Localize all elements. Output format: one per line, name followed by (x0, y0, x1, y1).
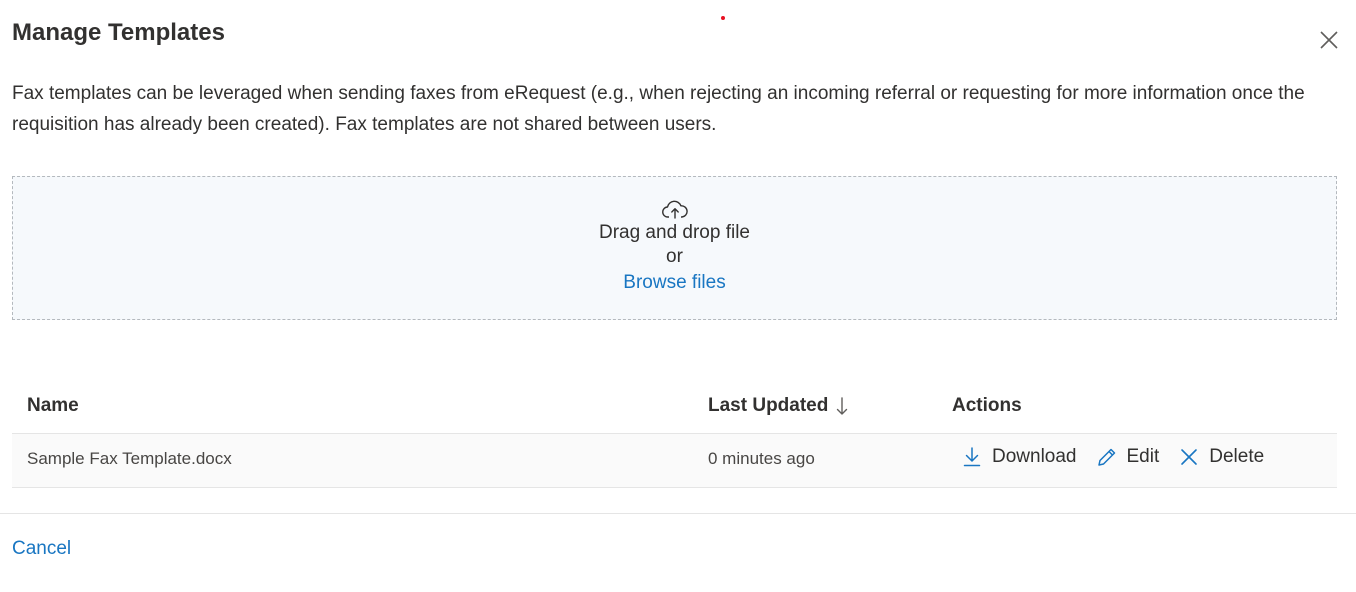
delete-button[interactable]: Delete (1179, 446, 1264, 468)
close-button[interactable] (1316, 27, 1342, 53)
last-updated-cell: 0 minutes ago (708, 449, 815, 468)
templates-table: Name Last Updated Actions Sample Fax Tem… (12, 381, 1337, 488)
delete-label: Delete (1209, 446, 1265, 467)
table-header: Name Last Updated Actions (12, 381, 1337, 434)
cancel-button[interactable]: Cancel (12, 538, 71, 560)
dropzone-drag-text: Drag and drop file (598, 222, 751, 243)
template-name-cell: Sample Fax Template.docx (27, 449, 232, 468)
column-header-last-updated-label: Last Updated (708, 395, 829, 416)
dropzone-or-text: or (666, 246, 683, 267)
close-icon (1320, 31, 1338, 49)
column-header-last-updated[interactable]: Last Updated (708, 395, 848, 417)
indicator-dot (721, 16, 725, 20)
download-label: Download (992, 446, 1077, 467)
pencil-icon (1097, 447, 1117, 467)
download-button[interactable]: Download (962, 446, 1077, 468)
edit-button[interactable]: Edit (1097, 446, 1160, 468)
column-header-actions: Actions (952, 395, 1022, 416)
row-actions: Download Edit Delete (962, 446, 1284, 468)
footer-divider (0, 513, 1356, 514)
table-row: Sample Fax Template.docx 0 minutes ago D… (12, 434, 1337, 488)
delete-x-icon (1179, 447, 1199, 467)
dialog-description: Fax templates can be leveraged when send… (12, 83, 1305, 135)
browse-files-link[interactable]: Browse files (623, 270, 725, 296)
dialog-title: Manage Templates (12, 19, 225, 46)
cloud-upload-icon (661, 199, 688, 221)
download-icon (962, 447, 982, 467)
file-dropzone[interactable]: Drag and drop file or Browse files (12, 176, 1337, 320)
edit-label: Edit (1126, 446, 1160, 467)
column-header-name[interactable]: Name (27, 395, 79, 417)
arrow-down-icon (837, 397, 848, 415)
